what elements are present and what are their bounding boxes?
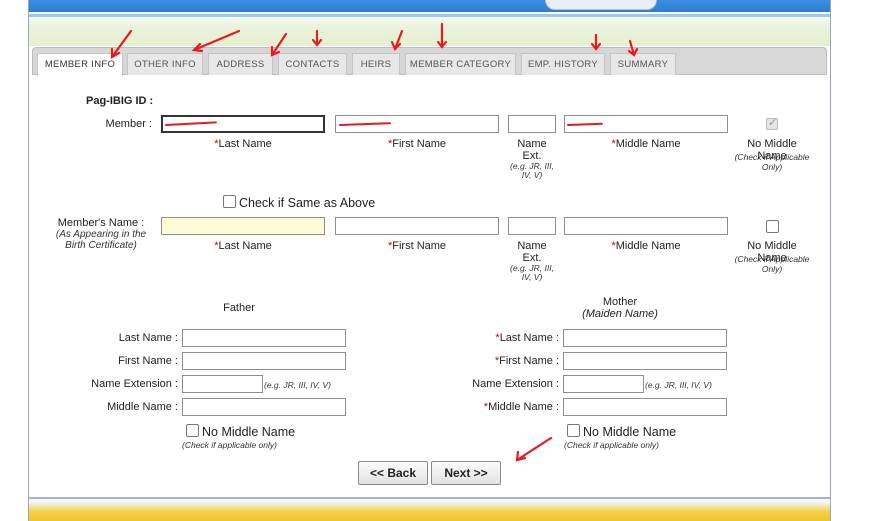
red-arrow-icon	[436, 22, 448, 49]
red-arrow-icon	[311, 29, 323, 47]
red-arrow-icon	[270, 32, 288, 57]
red-arrow-icon	[110, 29, 133, 59]
red-arrow-icon	[191, 29, 241, 53]
annotation-arrows	[110, 22, 639, 462]
red-arrow-icon	[515, 436, 553, 462]
red-arrow-icon	[590, 33, 602, 51]
red-arrow-icon	[390, 29, 404, 51]
red-arrow-icon	[627, 39, 639, 57]
